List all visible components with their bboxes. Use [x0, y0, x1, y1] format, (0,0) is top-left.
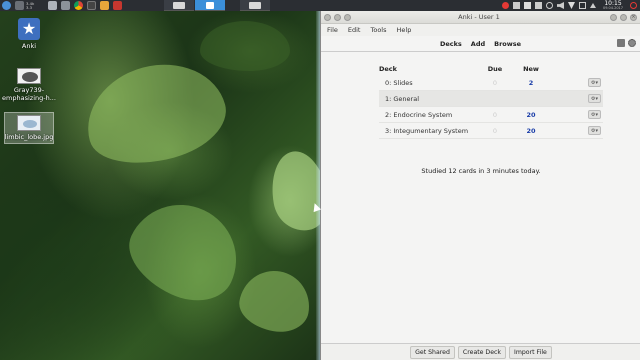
desktop-icon-gray739[interactable]: Gray739-emphasizing-h...: [2, 68, 56, 102]
cpu-monitor: 3.4k 3.3: [26, 1, 34, 10]
deck-name[interactable]: 0: Slides: [379, 79, 477, 87]
desktop-wallpaper: [0, 11, 320, 360]
deck-options-gear-icon[interactable]: ⚙▾: [588, 126, 601, 135]
deck-name[interactable]: 2: Endocrine System: [379, 111, 477, 119]
deck-list-header: Deck Due New: [379, 63, 603, 75]
network-icon[interactable]: [513, 2, 520, 9]
folder-icon[interactable]: [48, 1, 58, 10]
taskbar: 3.4k 3.3 10:15 09.04.2017: [0, 0, 640, 11]
link-icon[interactable]: [546, 2, 553, 9]
deck-new-count: 20: [526, 110, 536, 119]
clipboard-icon[interactable]: [535, 2, 542, 9]
deck-due-count: 0: [492, 78, 498, 87]
leaf-shape: [200, 21, 290, 71]
maximize-icon[interactable]: [620, 13, 627, 21]
get-shared-button[interactable]: Get Shared: [410, 345, 455, 359]
task-window[interactable]: [240, 0, 271, 11]
menu-bar: File Edit Tools Help: [321, 24, 640, 36]
desktop-icon-label: Anki: [21, 42, 37, 50]
leaf-shape: [116, 186, 254, 316]
menu-help[interactable]: Help: [397, 26, 412, 34]
deck-list: Deck Due New 0: Slides 0 2 ⚙▾ 1: General…: [379, 63, 603, 139]
leaf-shape: [265, 146, 320, 236]
pin-icon[interactable]: [334, 13, 341, 21]
clock-date: 09.04.2017: [602, 5, 624, 10]
system-tray: 10:15 09.04.2017: [502, 0, 640, 11]
task-image-viewer[interactable]: [164, 0, 195, 11]
deck-new-count: 20: [526, 126, 536, 135]
stats-icon[interactable]: [617, 39, 625, 47]
folder-icon[interactable]: [61, 1, 71, 10]
clock[interactable]: 10:15 09.04.2017: [600, 0, 626, 11]
paint-icon[interactable]: [100, 1, 110, 10]
launcher-group: 3.4k 3.3: [0, 0, 124, 11]
menu-tools[interactable]: Tools: [370, 26, 386, 34]
bottom-bar: Get Shared Create Deck Import File: [321, 343, 640, 360]
deck-row[interactable]: 3: Integumentary System 0 20 ⚙▾: [379, 123, 603, 139]
deck-row[interactable]: 1: General ⚙▾: [379, 91, 603, 107]
image-thumbnail-icon: [17, 115, 41, 131]
shade-icon[interactable]: [344, 13, 351, 21]
kde-menu-icon[interactable]: [2, 1, 11, 10]
deck-due-count: 0: [492, 110, 498, 119]
close-icon[interactable]: ×: [630, 13, 637, 21]
desktop-icon[interactable]: [15, 1, 24, 10]
minimize-icon[interactable]: [610, 13, 617, 21]
toolbar-browse-link[interactable]: Browse: [494, 40, 521, 48]
leaf-shape: [75, 49, 235, 178]
header-due: Due: [487, 65, 503, 73]
battery-icon[interactable]: [579, 2, 586, 9]
deck-row[interactable]: 0: Slides 0 2 ⚙▾: [379, 75, 603, 91]
image-thumbnail-icon: [17, 68, 41, 84]
chevron-up-icon[interactable]: [590, 3, 596, 8]
cpu-bottom-value: 3.3: [26, 4, 33, 10]
power-icon[interactable]: [630, 2, 637, 9]
desktop-icon-label: Gray739-emphasizing-h...: [2, 86, 56, 102]
sync-icon[interactable]: [628, 39, 636, 47]
chrome-icon[interactable]: [74, 1, 84, 10]
menu-edit[interactable]: Edit: [348, 26, 361, 34]
editor-icon[interactable]: [113, 1, 123, 10]
deck-due-count: 0: [492, 126, 498, 135]
window-title: Anki - User 1: [458, 13, 500, 21]
toolbar-decks-link[interactable]: Decks: [440, 40, 462, 48]
header-deck: Deck: [379, 65, 397, 73]
book-icon[interactable]: [524, 2, 531, 9]
anki-star-icon: ★: [18, 18, 40, 40]
study-summary: Studied 12 cards in 3 minutes today.: [421, 167, 541, 175]
deck-options-gear-icon[interactable]: ⚙▾: [588, 110, 601, 119]
deck-name[interactable]: 3: Integumentary System: [379, 127, 477, 135]
anki-window: Anki - User 1 × File Edit Tools Help Dec…: [320, 11, 640, 360]
header-new: New: [523, 65, 539, 73]
window-menu-icon[interactable]: [324, 13, 331, 21]
anki-toolbar: Decks Add Browse: [321, 38, 640, 50]
deck-new-count: 2: [528, 78, 534, 87]
toolbar-divider: [321, 51, 640, 52]
task-anki[interactable]: [195, 0, 226, 11]
desktop-icon-anki[interactable]: ★ Anki: [4, 18, 54, 50]
volume-icon[interactable]: [557, 2, 564, 9]
desktop-icon-label: limbic_lobe.jpg: [4, 133, 54, 141]
menu-file[interactable]: File: [327, 26, 338, 34]
leaf-shape: [235, 265, 315, 337]
toolbar-right-icons: [617, 39, 636, 47]
toolbar-add-link[interactable]: Add: [471, 40, 485, 48]
desktop-icon-limbic-lobe[interactable]: limbic_lobe.jpg: [4, 112, 54, 144]
terminal-icon[interactable]: [87, 1, 97, 10]
wifi-icon[interactable]: [568, 2, 575, 9]
title-bar[interactable]: Anki - User 1 ×: [321, 11, 640, 24]
deck-options-gear-icon[interactable]: ⚙▾: [588, 94, 601, 103]
deck-row[interactable]: 2: Endocrine System 0 20 ⚙▾: [379, 107, 603, 123]
create-deck-button[interactable]: Create Deck: [457, 345, 506, 359]
deck-options-gear-icon[interactable]: ⚙▾: [588, 78, 601, 87]
import-file-button[interactable]: Import File: [509, 345, 552, 359]
task-list: [164, 0, 271, 11]
record-icon[interactable]: [502, 2, 509, 9]
deck-name[interactable]: 1: General: [379, 95, 477, 103]
